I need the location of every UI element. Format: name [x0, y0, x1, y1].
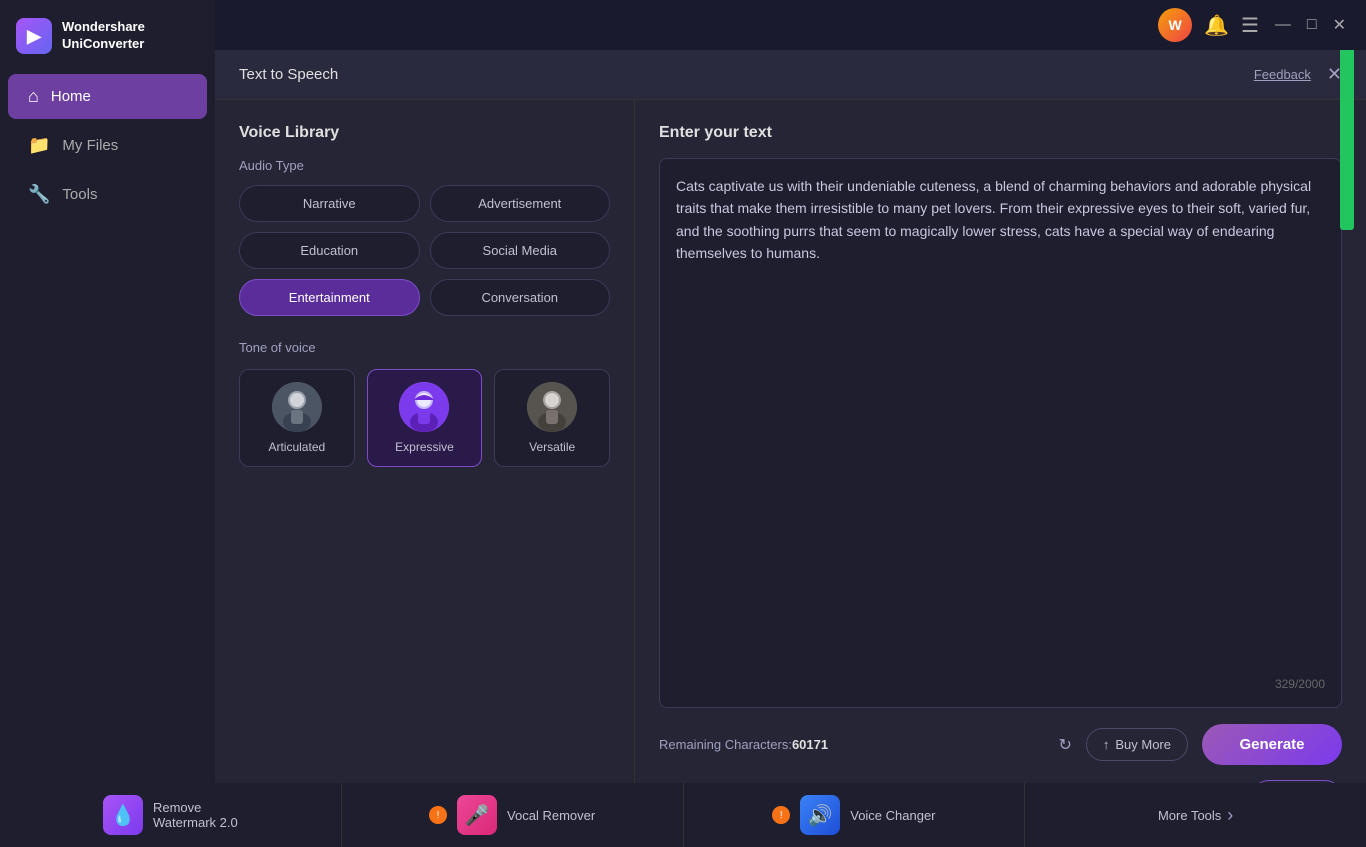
tone-label-expressive: Expressive — [395, 440, 454, 454]
voice-changer-badge: ! — [772, 806, 790, 824]
buy-more-button[interactable]: ↑ Buy More — [1086, 728, 1188, 761]
chevron-right-icon: › — [1227, 805, 1233, 826]
brand-name: Wondershare — [62, 19, 145, 36]
tool-label-vocal-remover: Vocal Remover — [507, 808, 595, 823]
menu-icon[interactable]: ☰ — [1241, 13, 1259, 38]
notification-icon[interactable]: 🔔 — [1204, 13, 1229, 38]
sidebar-item-home[interactable]: ⌂ Home — [8, 74, 207, 119]
audio-type-advertisement[interactable]: Advertisement — [430, 185, 611, 222]
tone-avatar-expressive — [399, 382, 449, 432]
audio-type-conversation[interactable]: Conversation — [430, 279, 611, 316]
modal-header-right: Feedback ✕ — [1254, 64, 1342, 85]
sidebar-item-tools[interactable]: 🔧 Tools — [8, 172, 207, 217]
tools-icon: 🔧 — [28, 184, 50, 205]
audio-type-title: Audio Type — [239, 158, 610, 173]
generate-button[interactable]: Generate — [1202, 724, 1342, 765]
main-panel: Text to Speech Feedback ✕ Voice Library … — [215, 50, 1366, 847]
generate-row: Remaining Characters:60171 ↻ ↑ Buy More … — [659, 724, 1342, 765]
char-count: 329/2000 — [676, 677, 1325, 691]
tone-of-voice-title: Tone of voice — [239, 340, 610, 355]
left-panel: Voice Library Audio Type Narrative Adver… — [215, 100, 635, 847]
sidebar: ▶ Wondershare UniConverter ⌂ Home 📁 My F… — [0, 0, 215, 847]
vocal-remover-badge: ! — [429, 806, 447, 824]
remove-watermark-icon: 💧 — [103, 795, 143, 835]
feedback-link[interactable]: Feedback — [1254, 67, 1311, 82]
text-input[interactable]: Cats captivate us with their undeniable … — [676, 175, 1325, 669]
audio-type-education[interactable]: Education — [239, 232, 420, 269]
tone-label-articulated: Articulated — [268, 440, 325, 454]
tool-more-tools[interactable]: More Tools › — [1025, 783, 1366, 847]
right-panel: Enter your text Cats captivate us with t… — [635, 100, 1366, 847]
sidebar-item-label-myfiles: My Files — [62, 137, 118, 154]
minimize-button[interactable]: — — [1275, 16, 1291, 34]
sidebar-item-label-tools: Tools — [62, 186, 97, 203]
tone-label-versatile: Versatile — [529, 440, 575, 454]
remaining-chars: Remaining Characters:60171 — [659, 737, 1044, 752]
topbar: W 🔔 ☰ — □ ✕ — [215, 0, 1366, 50]
close-window-button[interactable]: ✕ — [1333, 15, 1346, 35]
content-area: Voice Library Audio Type Narrative Adver… — [215, 100, 1366, 847]
app-logo-text: Wondershare UniConverter — [62, 19, 145, 53]
remaining-label: Remaining Characters: — [659, 737, 792, 752]
modal-title: Text to Speech — [239, 66, 338, 83]
tone-grid: Articulated Expressive — [239, 369, 610, 467]
app-name: UniConverter — [62, 36, 145, 53]
bottom-toolbar: 💧 RemoveWatermark 2.0 ! 🎤 Vocal Remover … — [0, 783, 1366, 847]
buy-more-icon: ↑ — [1103, 737, 1110, 752]
tone-versatile[interactable]: Versatile — [494, 369, 610, 467]
tool-label-remove-watermark: RemoveWatermark 2.0 — [153, 800, 238, 830]
audio-type-entertainment[interactable]: Entertainment — [239, 279, 420, 316]
text-area-title: Enter your text — [659, 124, 1342, 142]
green-accent-bar — [1340, 50, 1354, 230]
buy-more-label: Buy More — [1115, 737, 1171, 752]
files-icon: 📁 — [28, 135, 50, 156]
tool-label-voice-changer: Voice Changer — [850, 808, 935, 823]
vocal-remover-icon: 🎤 — [457, 795, 497, 835]
tool-vocal-remover[interactable]: ! 🎤 Vocal Remover — [342, 783, 684, 847]
tool-remove-watermark[interactable]: 💧 RemoveWatermark 2.0 — [0, 783, 342, 847]
modal-header: Text to Speech Feedback ✕ — [215, 50, 1366, 100]
tone-avatar-articulated — [272, 382, 322, 432]
home-icon: ⌂ — [28, 86, 39, 107]
app-logo-icon: ▶ — [16, 18, 52, 54]
audio-type-grid: Narrative Advertisement Education Social… — [239, 185, 610, 316]
voice-changer-icon: 🔊 — [800, 795, 840, 835]
sidebar-item-label-home: Home — [51, 88, 91, 105]
remaining-count: 60171 — [792, 737, 828, 752]
sidebar-item-myfiles[interactable]: 📁 My Files — [8, 123, 207, 168]
more-tools-label: More Tools › — [1158, 805, 1233, 826]
audio-type-narrative[interactable]: Narrative — [239, 185, 420, 222]
tone-articulated[interactable]: Articulated — [239, 369, 355, 467]
refresh-icon[interactable]: ↻ — [1058, 735, 1071, 755]
text-input-wrapper: Cats captivate us with their undeniable … — [659, 158, 1342, 708]
tone-expressive[interactable]: Expressive — [367, 369, 483, 467]
logo-area: ▶ Wondershare UniConverter — [0, 0, 215, 72]
audio-type-social-media[interactable]: Social Media — [430, 232, 611, 269]
voice-library-title: Voice Library — [239, 124, 610, 142]
maximize-button[interactable]: □ — [1307, 16, 1317, 34]
tone-avatar-versatile — [527, 382, 577, 432]
user-avatar[interactable]: W — [1158, 8, 1192, 42]
tool-voice-changer[interactable]: ! 🔊 Voice Changer — [684, 783, 1026, 847]
